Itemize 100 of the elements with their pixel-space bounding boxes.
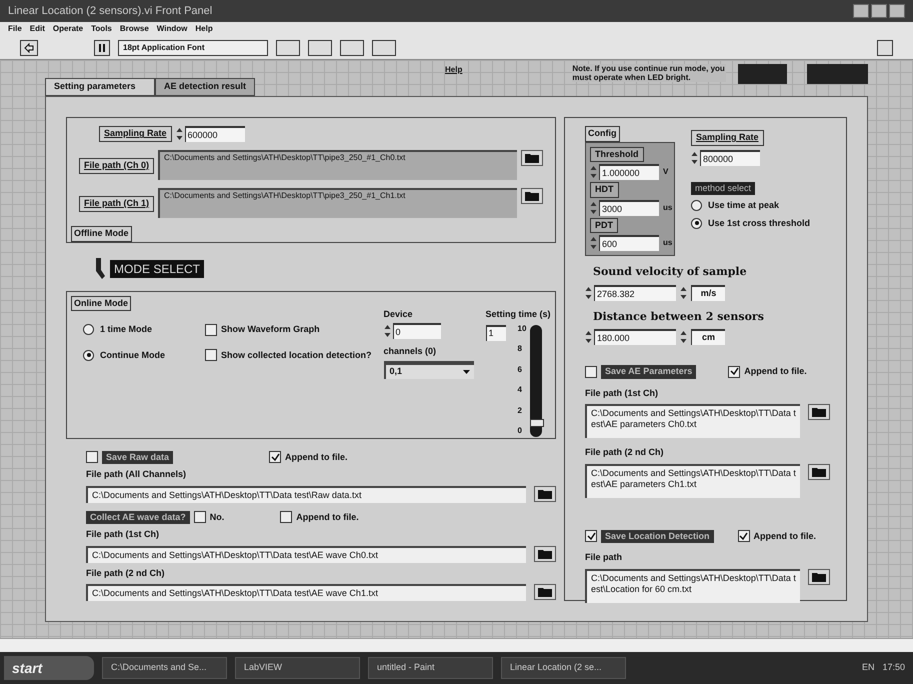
tick-label: 0 xyxy=(518,426,523,435)
start-button[interactable]: start xyxy=(4,656,94,680)
checkbox[interactable] xyxy=(205,349,217,362)
menu-item[interactable]: Operate xyxy=(52,23,84,35)
number-field[interactable]: 0 xyxy=(392,323,441,339)
field-label: Setting time (s) xyxy=(486,308,551,321)
path-field[interactable]: C:\Documents and Settings\ATH\Desktop\TT\Data test\AE parameters Ch0.txt xyxy=(585,404,800,438)
path-field[interactable]: C:\Documents and Settings\ATH\Desktop\TT\pipe3_250_#1_Ch1.txt xyxy=(158,188,517,218)
number-field[interactable]: 2768.382 xyxy=(594,284,676,300)
browse-button[interactable] xyxy=(534,486,556,502)
toggle-switch-icon xyxy=(94,258,106,280)
browse-button[interactable] xyxy=(521,150,543,166)
unit-label: us xyxy=(663,202,672,214)
font-dropdown[interactable]: 18pt Application Font xyxy=(118,40,268,56)
question-label: Collect AE wave data? xyxy=(86,510,190,524)
slider-track[interactable] xyxy=(530,325,542,437)
help-text: Help xyxy=(445,64,462,76)
field-label: File path xyxy=(585,551,624,564)
tab[interactable]: Setting parameters xyxy=(45,78,155,96)
menu-item[interactable]: Tools xyxy=(91,23,112,35)
path-field[interactable]: C:\Documents and Settings\ATH\Desktop\TT\Data test\AE wave Ch1.txt xyxy=(86,584,526,601)
radio-button[interactable] xyxy=(691,218,702,229)
radio-button[interactable] xyxy=(83,324,94,336)
run-button[interactable] xyxy=(20,40,38,56)
method-label: method select xyxy=(691,182,756,195)
radio-label: 1 time Mode xyxy=(100,323,152,336)
browse-button[interactable] xyxy=(534,584,556,600)
dropdown-icon xyxy=(462,370,470,374)
pause-button[interactable] xyxy=(94,40,110,56)
folder-icon xyxy=(525,191,539,201)
radio-button[interactable] xyxy=(83,350,94,361)
radio-label: Continue Mode xyxy=(100,348,165,362)
browse-button[interactable] xyxy=(808,464,830,480)
browse-button[interactable] xyxy=(808,404,830,420)
checkbox[interactable] xyxy=(738,530,750,542)
number-field[interactable]: 1 xyxy=(486,325,506,341)
mode-select-label: MODE SELECT xyxy=(110,260,204,278)
taskbar-button[interactable]: LabVIEW xyxy=(235,657,360,679)
field-label: File path (All Channels) xyxy=(86,468,188,481)
checkbox-label: No. xyxy=(210,510,224,524)
tick-label: 10 xyxy=(518,325,526,333)
close-button[interactable] xyxy=(889,4,905,18)
checkbox[interactable] xyxy=(269,451,282,464)
radio-button[interactable] xyxy=(691,200,702,212)
minimize-button[interactable] xyxy=(853,4,869,18)
checkbox[interactable] xyxy=(728,366,740,378)
browse-button[interactable] xyxy=(808,568,830,584)
number-field[interactable]: 800000 xyxy=(700,150,760,166)
field-label: File path (1st Ch) xyxy=(86,528,160,541)
taskbar-button[interactable]: untitled - Paint xyxy=(368,657,493,679)
number-field[interactable]: 180.000 xyxy=(594,329,676,345)
field-label: File path (2 nd Ch) xyxy=(86,566,166,580)
pause-icon xyxy=(98,44,106,52)
path-field[interactable]: C:\Documents and Settings\ATH\Desktop\TT\Data test\AE parameters Ch1.txt xyxy=(585,464,800,498)
checkbox[interactable] xyxy=(86,451,98,464)
checkbox[interactable] xyxy=(280,511,292,524)
taskbar-button[interactable]: Linear Location (2 se... xyxy=(501,657,626,679)
tab[interactable]: AE detection result xyxy=(155,78,255,96)
horizontal-scrollbar[interactable] xyxy=(0,638,913,652)
path-field[interactable]: C:\Documents and Settings\ATH\Desktop\TT\pipe3_250_#1_Ch0.txt xyxy=(158,150,517,180)
checkbox[interactable] xyxy=(205,324,217,336)
path-field[interactable]: C:\Documents and Settings\ATH\Desktop\TT\Data test\Raw data.txt xyxy=(86,486,526,502)
field-label: File path (2 nd Ch) xyxy=(585,446,664,459)
tick-label: 6 xyxy=(518,366,523,374)
checkbox-label: Save AE Parameters xyxy=(601,365,696,378)
checkbox-label: Append to file. xyxy=(754,530,816,543)
unit-field: m/s xyxy=(691,284,725,300)
menu-item[interactable]: File xyxy=(8,23,22,35)
checkbox[interactable] xyxy=(585,530,597,542)
tick-label: 4 xyxy=(518,386,523,394)
folder-icon xyxy=(525,153,539,163)
menu-item[interactable]: Window xyxy=(156,23,188,35)
clock: 17:50 xyxy=(882,661,906,674)
number-field[interactable]: 600 xyxy=(599,235,659,251)
browse-button[interactable] xyxy=(521,188,543,204)
checkbox-label: Show collected location detection? xyxy=(221,348,372,362)
maximize-button[interactable] xyxy=(871,4,887,18)
checkbox[interactable] xyxy=(585,366,597,378)
path-field[interactable]: C:\Documents and Settings\ATH\Desktop\TT\Data test\Location for 60 cm.txt xyxy=(585,568,800,602)
taskbar-button[interactable]: C:\Documents and Se... xyxy=(102,657,227,679)
menu-item[interactable]: Browse xyxy=(120,23,149,35)
number-field[interactable]: 600000 xyxy=(184,126,245,142)
field-label: File path (Ch 0) xyxy=(79,158,154,174)
radio-label: Use 1st cross threshold xyxy=(708,216,810,230)
spinner-icon xyxy=(590,236,597,250)
path-field[interactable]: C:\Documents and Settings\ATH\Desktop\TT\Data test\AE wave Ch0.txt xyxy=(86,546,526,562)
channels-dropdown[interactable]: 0,1 xyxy=(384,360,474,378)
number-field[interactable]: 1.000000 xyxy=(599,164,659,180)
menu-item[interactable]: Help xyxy=(195,23,213,35)
checkbox[interactable] xyxy=(194,511,206,524)
field-label: File path (Ch 1) xyxy=(79,196,154,212)
field-label: Device xyxy=(384,308,414,320)
number-field[interactable]: 3000 xyxy=(599,200,659,216)
check-icon xyxy=(730,367,739,376)
field-label: Sound velocity of sample xyxy=(593,264,748,280)
unit-label: us xyxy=(663,237,672,249)
menu-item[interactable]: Edit xyxy=(30,23,45,35)
browse-button[interactable] xyxy=(534,546,556,562)
slider-thumb[interactable] xyxy=(530,418,544,427)
tick-label: 8 xyxy=(518,345,523,354)
